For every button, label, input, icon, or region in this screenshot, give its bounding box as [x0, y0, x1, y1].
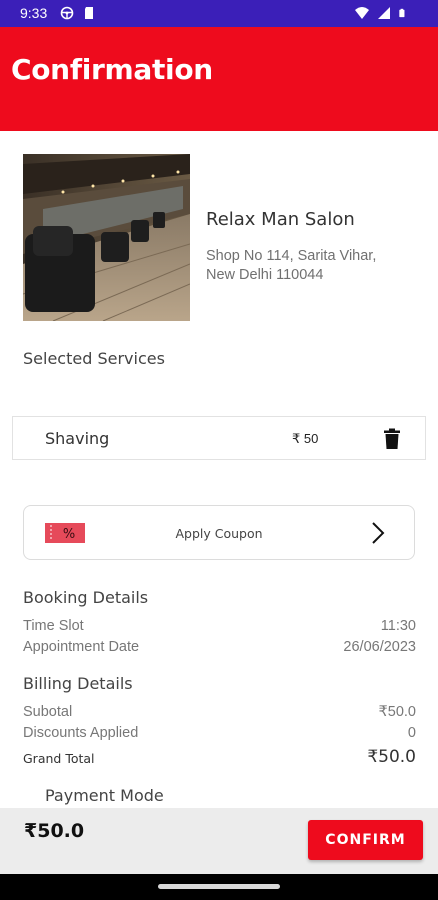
- navigation-bar: [0, 874, 438, 900]
- steering-wheel-icon: [60, 6, 74, 20]
- billing-details-heading: Billing Details: [23, 674, 133, 693]
- status-bar: 9:33: [0, 0, 438, 27]
- appointment-date-row: Appointment Date 26/06/2023: [23, 639, 416, 655]
- grand-total-label: Grand Total: [23, 751, 95, 766]
- time-slot-row: Time Slot 11:30: [23, 618, 416, 634]
- discounts-value: 0: [407, 725, 416, 741]
- wifi-icon: [355, 7, 369, 19]
- discounts-label: Discounts Applied: [23, 725, 139, 741]
- battery-icon: [399, 8, 405, 18]
- bottom-total: ₹50.0: [24, 820, 85, 842]
- service-name: Shaving: [45, 429, 110, 448]
- grand-total-row: Grand Total ₹50.0: [23, 747, 416, 767]
- salon-address: Shop No 114, Sarita Vihar, New Delhi 110…: [206, 247, 421, 285]
- salon-name: Relax Man Salon: [206, 209, 355, 230]
- page-title: Confirmation: [11, 53, 213, 86]
- salon-address-line2: New Delhi 110044: [206, 267, 324, 283]
- discounts-row: Discounts Applied 0: [23, 725, 416, 741]
- home-indicator[interactable]: [158, 884, 280, 889]
- subtotal-row: Subotal ₹50.0: [23, 704, 416, 720]
- service-price: ₹ 50: [292, 431, 319, 446]
- selected-services-heading: Selected Services: [23, 349, 165, 368]
- sd-card-icon: [85, 7, 93, 19]
- trash-icon[interactable]: [383, 428, 401, 450]
- appointment-date-value: 26/06/2023: [343, 639, 416, 655]
- status-time: 9:33: [20, 5, 48, 21]
- salon-photo: [23, 154, 190, 321]
- confirm-button[interactable]: CONFIRM: [308, 820, 423, 860]
- apply-coupon-button[interactable]: % Apply Coupon: [23, 505, 415, 560]
- payment-mode-heading: Payment Mode: [45, 786, 164, 805]
- appointment-date-label: Appointment Date: [23, 639, 140, 655]
- subtotal-label: Subotal: [23, 704, 73, 720]
- signal-icon: [378, 7, 390, 19]
- salon-address-line1: Shop No 114, Sarita Vihar,: [206, 248, 377, 264]
- chevron-right-icon: [372, 522, 385, 544]
- booking-details-heading: Booking Details: [23, 588, 149, 607]
- time-slot-label: Time Slot: [23, 618, 84, 634]
- grand-total-value: ₹50.0: [367, 747, 416, 767]
- bottom-bar: ₹50.0 CONFIRM: [0, 808, 438, 874]
- service-row: Shaving ₹ 50: [12, 416, 426, 460]
- apply-coupon-label: Apply Coupon: [175, 526, 263, 541]
- subtotal-value: ₹50.0: [378, 704, 416, 720]
- time-slot-value: 11:30: [380, 618, 416, 634]
